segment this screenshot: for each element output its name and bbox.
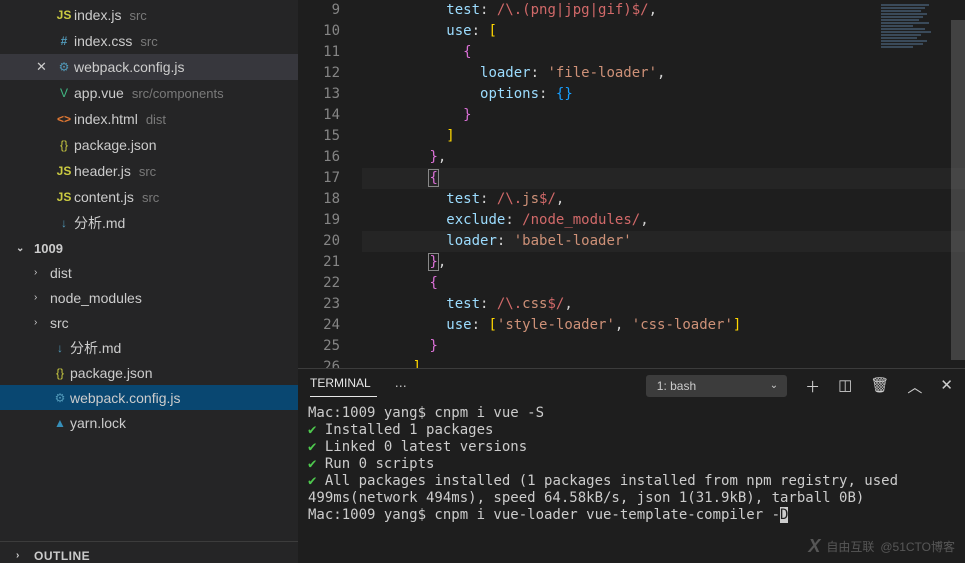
- file-name: package.json: [74, 137, 157, 153]
- terminal-selector[interactable]: 1: bash ⌄: [646, 375, 787, 397]
- outline-section-header[interactable]: › OUTLINE: [0, 541, 298, 563]
- file-type-icon: <>: [54, 112, 74, 126]
- file-type-icon: JS: [54, 190, 74, 204]
- close-icon[interactable]: ✕: [36, 59, 54, 75]
- code-content[interactable]: test: /\.(png|jpg|gif)$/, use: [ { loade…: [362, 0, 965, 368]
- editor-scrollbar[interactable]: [951, 0, 965, 368]
- folder-name: node_modules: [50, 290, 142, 306]
- kill-terminal-icon[interactable]: 🗑: [870, 376, 889, 397]
- file-name: header.js: [74, 163, 131, 179]
- file-type-icon: {}: [50, 366, 70, 380]
- open-editor-item[interactable]: {}package.json: [0, 132, 298, 158]
- file-name: 分析.md: [70, 338, 121, 358]
- open-editors-list: JSindex.jssrc#index.csssrc✕⚙webpack.conf…: [0, 0, 298, 236]
- file-type-icon: JS: [54, 164, 74, 178]
- open-editor-item[interactable]: <>index.html dist: [0, 106, 298, 132]
- close-panel-icon[interactable]: ✕: [940, 376, 953, 397]
- panel-tabbar: TERMINAL ⋯ 1: bash ⌄ ＋ ◫ 🗑 ︿ ✕: [298, 369, 965, 403]
- folder-name: dist: [50, 265, 72, 281]
- file-item[interactable]: ↓分析.md: [0, 335, 298, 360]
- file-path-hint: dist: [146, 112, 166, 127]
- file-type-icon: ↓: [50, 341, 70, 355]
- file-path-hint: src: [129, 8, 146, 23]
- watermark-logo-icon: X: [808, 536, 820, 557]
- file-tree: ›dist›node_modules›src↓分析.md{}package.js…: [0, 260, 298, 435]
- file-name: index.html: [74, 111, 138, 127]
- editor-area: 91011121314151617181920212223242526 test…: [298, 0, 965, 563]
- file-path-hint: src: [140, 34, 157, 49]
- maximize-panel-icon[interactable]: ︿: [907, 376, 922, 397]
- file-name: content.js: [74, 189, 134, 205]
- file-type-icon: ↓: [54, 216, 74, 230]
- chevron-down-icon: ⌄: [16, 243, 34, 254]
- file-type-icon: V: [54, 86, 74, 100]
- line-number-gutter: 91011121314151617181920212223242526: [298, 0, 362, 368]
- outline-label: OUTLINE: [34, 549, 90, 563]
- file-name: 分析.md: [74, 213, 125, 233]
- watermark-text: @51CTO博客: [880, 538, 955, 555]
- file-path-hint: src/components: [132, 86, 224, 101]
- more-icon[interactable]: ⋯: [389, 379, 413, 393]
- terminal-actions: ＋ ◫ 🗑 ︿ ✕: [805, 376, 953, 397]
- file-type-icon: ⚙: [50, 391, 70, 405]
- code-editor[interactable]: 91011121314151617181920212223242526 test…: [298, 0, 965, 368]
- folder-item[interactable]: ›node_modules: [0, 285, 298, 310]
- file-type-icon: ⚙: [54, 60, 74, 74]
- open-editor-item[interactable]: JSindex.js src: [0, 2, 298, 28]
- open-editor-item[interactable]: JSheader.js src: [0, 158, 298, 184]
- file-item[interactable]: {}package.json: [0, 360, 298, 385]
- file-item[interactable]: ⚙webpack.config.js: [0, 385, 298, 410]
- open-editor-item[interactable]: JScontent.js src: [0, 184, 298, 210]
- folder-name: src: [50, 315, 69, 331]
- split-terminal-icon[interactable]: ◫: [838, 376, 852, 397]
- file-name: yarn.lock: [70, 415, 126, 431]
- chevron-right-icon: ›: [34, 317, 50, 328]
- terminal-panel: TERMINAL ⋯ 1: bash ⌄ ＋ ◫ 🗑 ︿ ✕ Mac:1009 …: [298, 368, 965, 563]
- tab-terminal[interactable]: TERMINAL: [310, 376, 377, 397]
- file-name: index.css: [74, 33, 132, 49]
- new-terminal-icon[interactable]: ＋: [805, 376, 820, 397]
- workspace-folder-header[interactable]: ⌄ 1009: [0, 236, 298, 260]
- sidebar: JSindex.jssrc#index.csssrc✕⚙webpack.conf…: [0, 0, 298, 563]
- folder-item[interactable]: ›dist: [0, 260, 298, 285]
- file-name: package.json: [70, 365, 153, 381]
- open-editor-item[interactable]: ↓分析.md: [0, 210, 298, 236]
- file-name: index.js: [74, 7, 121, 23]
- chevron-right-icon: ›: [34, 292, 50, 303]
- file-type-icon: ▲: [50, 416, 70, 430]
- workspace-folder-name: 1009: [34, 241, 63, 256]
- chevron-right-icon: ›: [34, 267, 50, 278]
- watermark-text: 自由互联: [826, 538, 874, 555]
- open-editor-item[interactable]: Vapp.vue src/components: [0, 80, 298, 106]
- file-type-icon: {}: [54, 138, 74, 152]
- file-name: webpack.config.js: [74, 59, 185, 75]
- open-editor-item[interactable]: #index.css src: [0, 28, 298, 54]
- file-type-icon: JS: [54, 8, 74, 22]
- file-name: webpack.config.js: [70, 390, 181, 406]
- file-path-hint: src: [142, 190, 159, 205]
- chevron-right-icon: ›: [16, 550, 34, 561]
- file-name: app.vue: [74, 85, 124, 101]
- file-path-hint: src: [139, 164, 156, 179]
- chevron-down-icon: ⌄: [770, 380, 778, 391]
- open-editor-item[interactable]: ✕⚙webpack.config.js: [0, 54, 298, 80]
- folder-item[interactable]: ›src: [0, 310, 298, 335]
- watermark: X 自由互联 @51CTO博客: [808, 536, 955, 557]
- file-type-icon: #: [54, 34, 74, 48]
- terminal-selector-value: 1: bash: [657, 379, 696, 393]
- file-item[interactable]: ▲yarn.lock: [0, 410, 298, 435]
